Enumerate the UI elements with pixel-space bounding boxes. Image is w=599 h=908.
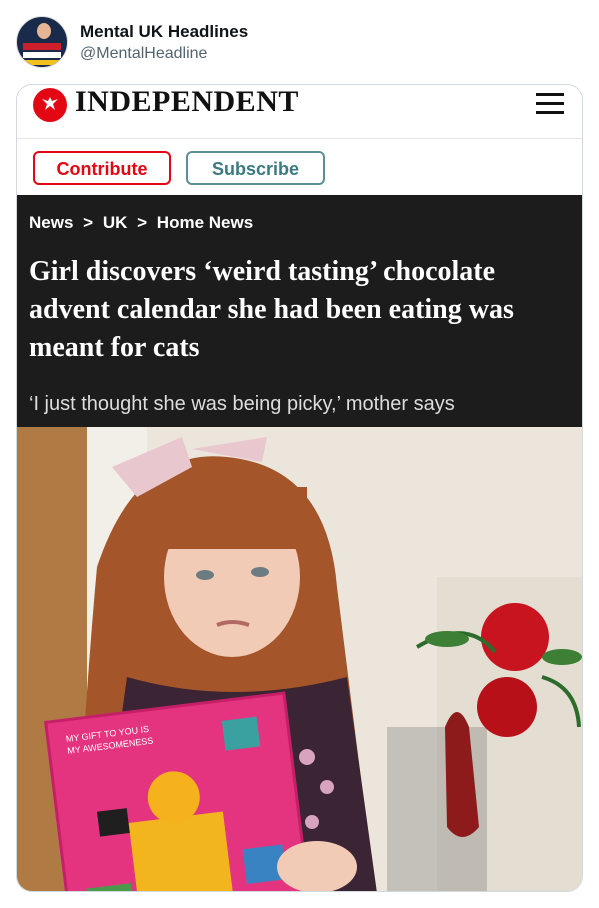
subscribe-button[interactable]: Subscribe [186, 151, 325, 185]
avatar-white-strip [23, 52, 61, 58]
publisher-bar: INDEPENDENT [17, 85, 582, 139]
avatar-red-strip [23, 43, 61, 50]
article-screenshot-card[interactable]: INDEPENDENT Contribute Subscribe News > … [16, 84, 583, 892]
contribute-button[interactable]: Contribute [33, 151, 171, 185]
breadcrumb-separator: > [137, 213, 148, 232]
breadcrumb-uk[interactable]: UK [103, 213, 128, 232]
article-standfirst: ‘I just thought she was being picky,’ mo… [29, 393, 455, 415]
breadcrumb-separator: > [83, 213, 94, 232]
breadcrumb: News > UK > Home News [29, 213, 258, 233]
breadcrumb-news[interactable]: News [29, 213, 73, 232]
breadcrumb-home-news[interactable]: Home News [157, 213, 253, 232]
article-photo: MY GIFT TO YOU IS MY AWESOMENESS [17, 427, 582, 891]
avatar[interactable] [16, 16, 68, 68]
tweet-header: Mental UK Headlines @MentalHeadline [16, 14, 576, 70]
eagle-icon[interactable] [33, 88, 67, 122]
hamburger-icon[interactable] [536, 93, 564, 115]
action-buttons: Contribute Subscribe [17, 139, 582, 195]
article-headline: Girl discovers ‘weird tasting’ chocolate… [29, 256, 514, 363]
user-display-name[interactable]: Mental UK Headlines [80, 22, 248, 42]
photo-illustration: MY GIFT TO YOU IS MY AWESOMENESS [17, 427, 582, 891]
publisher-name[interactable]: INDEPENDENT [75, 85, 299, 119]
avatar-yellow-strip [23, 60, 61, 65]
article-header-panel: News > UK > Home News Girl discovers ‘we… [17, 195, 582, 427]
user-handle[interactable]: @MentalHeadline [80, 45, 207, 63]
avatar-face [37, 23, 51, 39]
